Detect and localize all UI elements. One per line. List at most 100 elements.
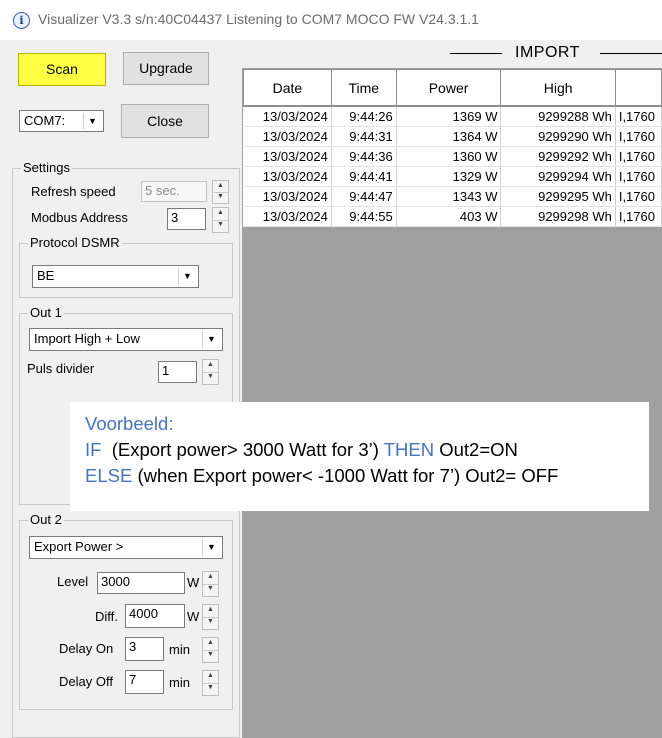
cell-high: 9299290 Wh: [500, 126, 616, 147]
cell-power: 1364 W: [396, 126, 502, 147]
com-port-select[interactable]: COM7: ▼: [19, 110, 104, 132]
out1-mode-value: Import High + Low: [34, 331, 140, 346]
column-header-date[interactable]: Date: [243, 69, 332, 107]
table-row[interactable]: 13/03/2024 9:44:47 1343 W 9299295 Wh I,1…: [243, 186, 662, 207]
cell-date: 13/03/2024: [243, 126, 332, 147]
close-button[interactable]: Close: [121, 104, 209, 138]
cell-date: 13/03/2024: [243, 166, 332, 187]
app-icon: i: [13, 12, 30, 29]
window-title: Visualizer V3.3 s/n:40C04437 Listening t…: [38, 11, 479, 27]
level-spinner[interactable]: ▲ ▼: [202, 571, 219, 597]
note-else-line: ELSE (when Export power< -1000 Watt for …: [85, 463, 649, 489]
protocol-dsmr-label: Protocol DSMR: [28, 235, 122, 250]
upgrade-button[interactable]: Upgrade: [123, 52, 209, 85]
column-header-time[interactable]: Time: [330, 69, 397, 107]
note-then-text: Out2=ON: [434, 439, 518, 460]
column-header-high[interactable]: High: [500, 69, 616, 107]
diff-field[interactable]: 4000: [125, 604, 185, 628]
cell-high: 9299292 Wh: [500, 146, 616, 167]
cell-time: 9:44:36: [331, 146, 397, 167]
spin-down-icon[interactable]: ▼: [203, 584, 218, 596]
import-table[interactable]: Date Time Power High 13/03/2024 9:44:26 …: [243, 69, 662, 227]
note-else-keyword: ELSE: [85, 465, 133, 486]
modbus-address-field[interactable]: 3: [167, 208, 206, 230]
puls-divider-field[interactable]: 1: [158, 361, 197, 383]
table-row[interactable]: 13/03/2024 9:44:36 1360 W 9299292 Wh I,1…: [243, 146, 662, 167]
level-label: Level: [57, 574, 89, 589]
level-unit: W: [187, 575, 200, 590]
cell-next: I,1760: [615, 146, 662, 167]
diff-unit: W: [187, 609, 200, 624]
spin-down-icon[interactable]: ▼: [203, 372, 218, 384]
cell-power: 1360 W: [396, 146, 502, 167]
delay-off-label: Delay Off: [59, 674, 113, 689]
refresh-speed-field[interactable]: 5 sec.: [141, 181, 207, 202]
table-row[interactable]: 13/03/2024 9:44:26 1369 W 9299288 Wh I,1…: [243, 106, 662, 127]
diff-spinner[interactable]: ▲ ▼: [202, 604, 219, 630]
delay-on-label: Delay On: [59, 641, 114, 656]
example-note: Voorbeeld: IF (Export power> 3000 Watt f…: [70, 402, 649, 511]
cell-next: I,1760: [615, 166, 662, 187]
refresh-speed-label: Refresh speed: [31, 184, 116, 199]
delay-off-field[interactable]: 7: [125, 670, 164, 694]
modbus-address-label: Modbus Address: [31, 210, 128, 225]
cell-high: 9299294 Wh: [500, 166, 616, 187]
cell-time: 9:44:31: [331, 126, 397, 147]
table-row[interactable]: 13/03/2024 9:44:55 403 W 9299298 Wh I,17…: [243, 206, 662, 227]
spin-down-icon[interactable]: ▼: [203, 650, 218, 662]
cell-time: 9:44:47: [331, 186, 397, 207]
puls-divider-label: Puls divider: [27, 361, 95, 376]
cell-high: 9299288 Wh: [500, 106, 616, 127]
column-header-next[interactable]: [614, 69, 662, 107]
spin-down-icon[interactable]: ▼: [213, 220, 228, 232]
column-header-power[interactable]: Power: [395, 69, 502, 107]
spin-down-icon[interactable]: ▼: [203, 683, 218, 695]
note-if-keyword: IF: [85, 439, 102, 460]
note-else-text: (when Export power< -1000 Watt for 7’) O…: [132, 465, 559, 486]
note-then-keyword: THEN: [383, 439, 435, 460]
chevron-down-icon[interactable]: ▼: [202, 539, 220, 556]
delay-on-field[interactable]: 3: [125, 637, 164, 661]
out2-mode-select[interactable]: Export Power > ▼: [29, 536, 223, 559]
puls-divider-spinner[interactable]: ▲ ▼: [202, 359, 219, 385]
out1-mode-select[interactable]: Import High + Low ▼: [29, 328, 223, 351]
refresh-speed-spinner[interactable]: ▲ ▼: [212, 180, 229, 204]
out2-label: Out 2: [28, 512, 64, 527]
delay-on-unit: min: [169, 642, 190, 657]
cell-power: 403 W: [396, 206, 502, 227]
com-port-value: COM7:: [24, 113, 66, 128]
cell-high: 9299298 Wh: [500, 206, 616, 227]
scan-button[interactable]: Scan: [18, 53, 106, 86]
level-field[interactable]: 3000: [97, 572, 185, 594]
protocol-value: BE: [37, 268, 55, 283]
cell-time: 9:44:55: [331, 206, 397, 227]
chevron-down-icon[interactable]: ▼: [178, 268, 196, 285]
cell-next: I,1760: [615, 186, 662, 207]
chevron-down-icon[interactable]: ▼: [202, 331, 220, 348]
spin-down-icon[interactable]: ▼: [203, 617, 218, 629]
cell-date: 13/03/2024: [243, 106, 332, 127]
table-header-row: Date Time Power High: [243, 69, 662, 107]
delay-off-unit: min: [169, 675, 190, 690]
title-bar: i Visualizer V3.3 s/n:40C04437 Listening…: [0, 0, 662, 40]
cell-date: 13/03/2024: [243, 186, 332, 207]
table-row[interactable]: 13/03/2024 9:44:31 1364 W 9299290 Wh I,1…: [243, 126, 662, 147]
out1-label: Out 1: [28, 305, 64, 320]
cell-date: 13/03/2024: [243, 206, 332, 227]
diff-label: Diff.: [95, 609, 118, 624]
delay-on-spinner[interactable]: ▲ ▼: [202, 637, 219, 663]
cell-high: 9299295 Wh: [500, 186, 616, 207]
delay-off-spinner[interactable]: ▲ ▼: [202, 670, 219, 696]
spin-down-icon[interactable]: ▼: [213, 192, 228, 203]
protocol-select[interactable]: BE ▼: [32, 265, 199, 288]
modbus-address-spinner[interactable]: ▲ ▼: [212, 207, 229, 233]
note-if-text: (Export power> 3000 Watt for 3’): [101, 439, 379, 460]
import-divider-right: [600, 53, 662, 54]
cell-time: 9:44:26: [331, 106, 397, 127]
cell-time: 9:44:41: [331, 166, 397, 187]
chevron-down-icon[interactable]: ▼: [83, 113, 101, 129]
table-row[interactable]: 13/03/2024 9:44:41 1329 W 9299294 Wh I,1…: [243, 166, 662, 187]
cell-power: 1369 W: [396, 106, 502, 127]
note-heading: Voorbeeld:: [85, 413, 174, 434]
note-if-line: IF (Export power> 3000 Watt for 3’) THEN…: [85, 437, 649, 463]
